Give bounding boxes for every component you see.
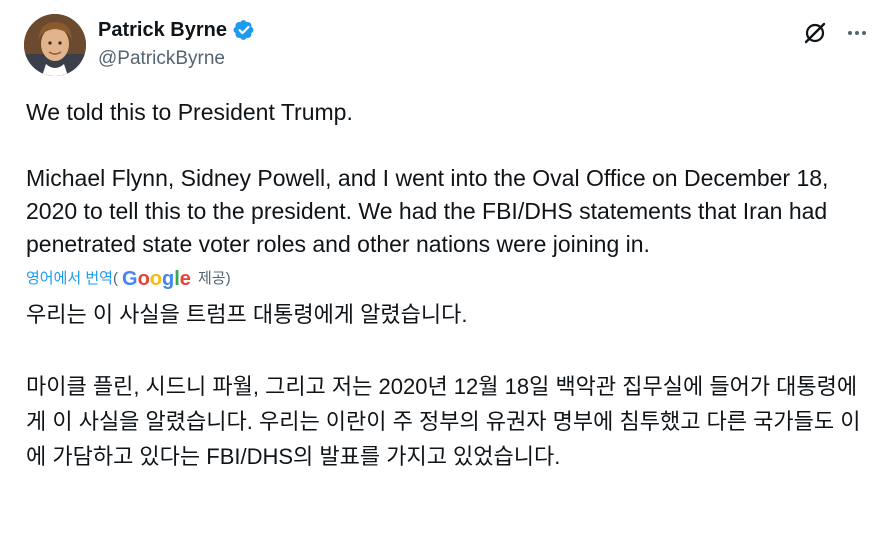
verified-badge-icon[interactable] [233,19,255,41]
tweet-actions [802,20,868,46]
translation-attribution: 영어에서 번역 ( Google 제공) [26,263,866,293]
more-icon[interactable] [846,22,868,44]
tweet-paragraph: We told this to President Trump. [26,99,353,125]
google-logo-icon: Google [122,265,194,291]
translated-paragraph: 마이클 플린, 시드니 파월, 그리고 저는 2020년 12월 18일 백악관… [26,374,861,469]
grok-icon[interactable] [802,20,828,46]
tweet-header: Patrick Byrne @PatrickByrne [24,14,868,76]
svg-text:Google: Google [122,268,191,290]
translated-from-link[interactable]: 영어에서 번역 [26,262,113,295]
open-paren: ( [112,269,118,287]
author-name[interactable]: Patrick Byrne [98,16,227,44]
tweet-body: We told this to President Trump. Michael… [26,96,866,474]
tweet-paragraph: Michael Flynn, Sidney Powell, and I went… [26,165,829,257]
author-handle[interactable]: @PatrickByrne [98,46,255,72]
avatar[interactable] [24,14,86,76]
translated-paragraph: 우리는 이 사실을 트럼프 대통령에게 알렸습니다. [26,302,468,327]
author-block: Patrick Byrne @PatrickByrne [98,16,255,72]
provided-label: 제공) [197,269,231,287]
